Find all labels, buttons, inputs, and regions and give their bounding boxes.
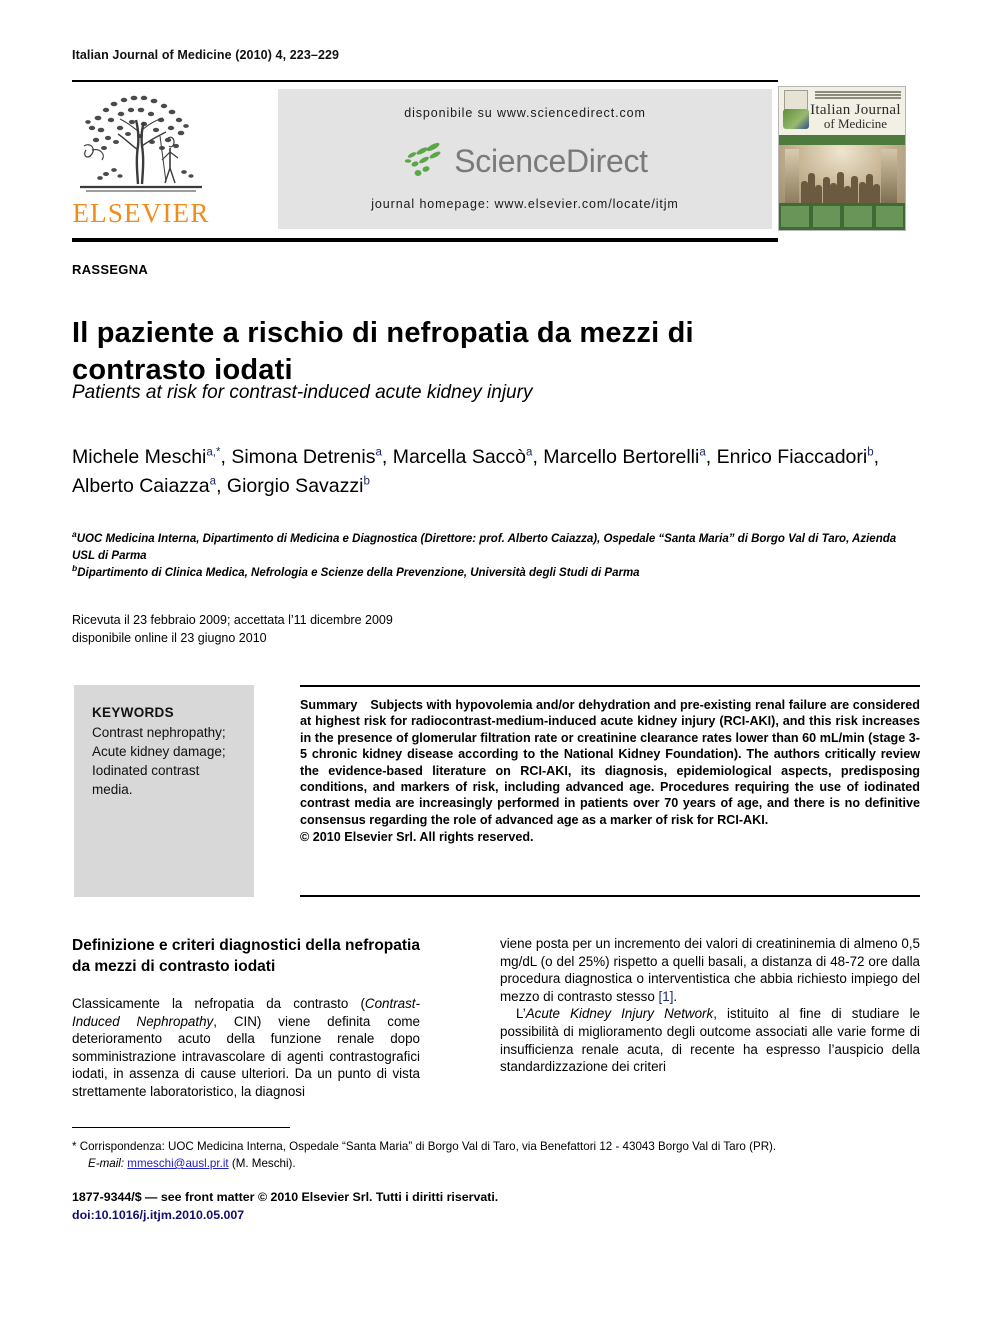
author-name: Enrico Fiaccadori — [716, 446, 868, 468]
author-name: Michele Meschi — [72, 446, 207, 468]
affiliation-text: Dipartimento di Clinica Medica, Nefrolog… — [77, 567, 640, 579]
cover-title-line2: of Medicine — [823, 116, 888, 131]
email-link[interactable]: mmeschi@ausl.pr.it — [127, 1157, 228, 1170]
issn-copyright-line: 1877-9344/$ — see front matter © 2010 El… — [72, 1190, 499, 1204]
body-paragraph: Classicamente la nefropatia da contrasto… — [72, 995, 420, 1101]
author-affiliation-marker: a — [699, 446, 706, 459]
page-title: Il paziente a rischio di nefropatia da m… — [72, 317, 694, 387]
correspondence-line: * Corrispondenza: UOC Medicina Interna, … — [72, 1140, 777, 1153]
header-rule-top — [72, 80, 778, 82]
paragraph-text-a: L’ — [516, 1006, 526, 1022]
email-label: E-mail: — [88, 1157, 128, 1170]
author-list: Michele Meschia,*, Simona Detrenisa, Mar… — [72, 446, 880, 497]
sciencedirect-logo[interactable]: ScienceDirect — [278, 137, 772, 185]
author-affiliation-marker: b — [363, 475, 370, 488]
abstract-rule-top — [300, 685, 920, 687]
available-on-line: disponibile su www.sciencedirect.com — [404, 106, 646, 120]
summary-text: Subjects with hypovolemia and/or dehydra… — [300, 698, 920, 827]
email-suffix: (M. Meschi). — [228, 1157, 296, 1170]
affiliation-text: UOC Medicina Interna, Dipartimento di Me… — [72, 533, 897, 562]
cover-emblem-icon — [783, 109, 809, 129]
keywords-box: KEYWORDS Contrast nephropathy; Acute kid… — [74, 685, 254, 897]
affiliation-item: aUOC Medicina Interna, Dipartimento di M… — [72, 530, 922, 565]
body-column-left: Definizione e criteri diagnostici della … — [72, 935, 420, 1101]
author-name: Marcello Bertorelli — [543, 446, 700, 468]
journal-cover-thumbnail[interactable]: Italian Journal of Medicine — [778, 86, 906, 231]
paragraph-italic-term: Acute Kidney Injury Network — [525, 1006, 714, 1022]
abstract-summary: Summary Subjects with hypovolemia and/or … — [300, 697, 920, 846]
paragraph-text: viene posta per un incremento dei valori… — [500, 936, 920, 1004]
imprint-block: 1877-9344/$ — see front matter © 2010 El… — [72, 1188, 772, 1224]
author-affiliation-marker: b — [867, 446, 874, 459]
running-head: Italian Journal of Medicine (2010) 4, 22… — [72, 48, 340, 62]
author-affiliation-marker: a — [375, 446, 382, 459]
body-paragraph: L’Acute Kidney Injury Network, istituito… — [500, 1005, 920, 1075]
citation-link[interactable]: [1] — [659, 989, 674, 1004]
author-name: Marcella Saccò — [392, 446, 527, 468]
sciencedirect-wordmark: ScienceDirect — [454, 142, 648, 179]
body-column-right: viene posta per un incremento dei valori… — [500, 935, 920, 1076]
article-subtitle: Patients at risk for contrast-induced ac… — [72, 382, 533, 403]
journal-homepage-line[interactable]: journal homepage: www.elsevier.com/locat… — [278, 197, 772, 211]
affiliation-list: aUOC Medicina Interna, Dipartimento di M… — [72, 530, 922, 582]
cover-top-area: Italian Journal of Medicine — [779, 87, 905, 135]
cover-color-band — [779, 135, 905, 145]
summary-label: Summary — [300, 698, 358, 712]
paragraph-text-a: Classicamente la nefropatia da contrasto… — [72, 996, 365, 1011]
elsevier-tree-icon — [80, 95, 202, 192]
cover-footer-bar — [779, 203, 905, 230]
elsevier-logo: ELSEVIER — [72, 86, 210, 232]
author-name: Alberto Caiazza — [72, 475, 210, 497]
keywords-list: Contrast nephropathy; Acute kidney damag… — [92, 725, 226, 797]
keywords-heading: KEYWORDS — [92, 705, 174, 720]
cover-artwork-figures — [801, 169, 881, 203]
author-affiliation-marker: a,* — [206, 446, 221, 459]
received-accepted-line: Ricevuta il 23 febbraio 2009; accettata … — [72, 613, 393, 627]
author-affiliation-marker: a — [209, 475, 217, 488]
section-heading: Definizione e criteri diagnostici della … — [72, 937, 420, 975]
abstract-rule-bottom — [300, 895, 920, 897]
summary-copyright: © 2010 Elsevier Srl. All rights reserved… — [300, 830, 534, 845]
article-type-kicker: RASSEGNA — [72, 262, 149, 277]
body-paragraph: viene posta per un incremento dei valori… — [500, 935, 920, 1005]
cover-title: Italian Journal of Medicine — [809, 103, 902, 131]
keywords-content: KEYWORDS Contrast nephropathy; Acute kid… — [92, 703, 242, 799]
doi-link[interactable]: doi:10.1016/j.itjm.2010.05.007 — [72, 1206, 772, 1224]
author-affiliation-marker: a — [526, 446, 533, 459]
masthead: ELSEVIER disponibile su www.sciencedirec… — [72, 86, 920, 232]
affiliation-item: bDipartimento di Clinica Medica, Nefrolo… — [72, 564, 922, 582]
cover-artwork — [779, 145, 905, 205]
elsevier-wordmark: ELSEVIER — [72, 198, 210, 228]
paragraph-text-end: . — [673, 988, 678, 1004]
author-name: Simona Detrenis — [231, 446, 376, 468]
footnote-rule — [72, 1127, 290, 1129]
sciencedirect-banner: disponibile su www.sciencedirect.com Sci… — [278, 89, 772, 229]
author-name: Giorgio Savazzi — [226, 475, 364, 497]
email-line: E-mail: mmeschi@ausl.pr.it (M. Meschi). — [72, 1155, 932, 1172]
correspondence-footnote: * Corrispondenza: UOC Medicina Interna, … — [72, 1138, 932, 1172]
header-rule-bottom — [72, 238, 778, 242]
sciencedirect-leaves-icon — [405, 142, 441, 176]
publication-dates: Ricevuta il 23 febbraio 2009; accettata … — [72, 611, 672, 647]
journal-article-page: Italian Journal of Medicine (2010) 4, 22… — [0, 0, 992, 1323]
online-available-line: disponibile online il 23 giugno 2010 — [72, 631, 267, 645]
